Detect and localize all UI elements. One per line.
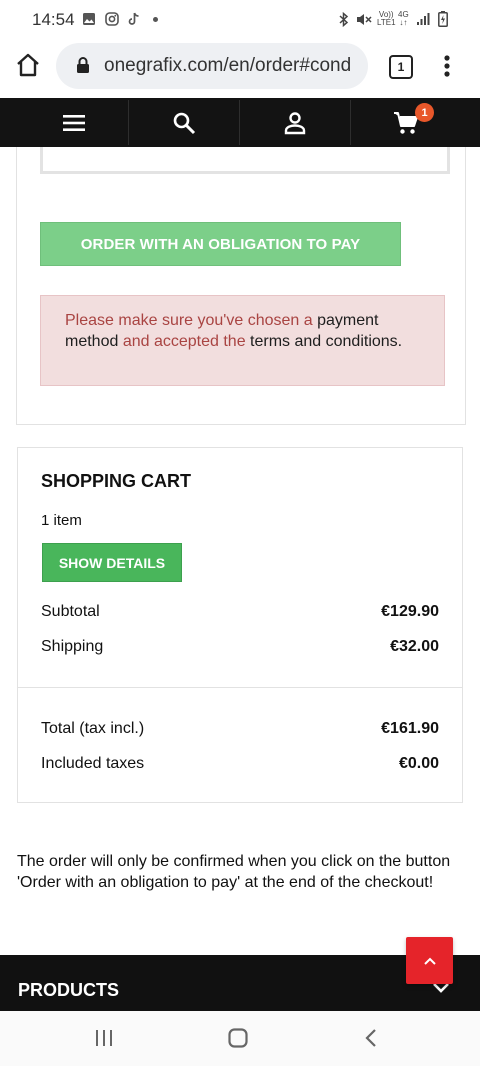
cart-title: SHOPPING CART [41,471,192,491]
status-time: 14:54 [32,10,75,29]
mute-icon [356,12,372,26]
cart-items-count: 1 item [41,512,82,529]
menu-button[interactable] [18,98,129,147]
alert-terms: terms and conditions [250,333,398,350]
volte-icon: Vo)) LTE1 [377,11,396,27]
tiktok-icon [127,12,141,26]
4g-icon: 4G ↓↑ [398,11,409,27]
alert-text: Please make sure you've chosen a [65,312,318,329]
home-nav-button[interactable] [228,1028,248,1053]
back-icon [365,1029,376,1047]
search-icon [173,112,195,134]
alert-text: . [397,333,403,350]
url-text[interactable]: onegrafix.com/en/order#cond [104,55,360,77]
tab-switcher-button[interactable]: 1 [389,55,413,79]
dot-icon [153,17,158,22]
account-button[interactable] [239,98,350,147]
instagram-icon [105,12,119,26]
subtotal-value: €129.90 [381,603,439,620]
chevron-up-icon [423,957,436,965]
tab-count: 1 [397,60,405,74]
data-arrows: ↓↑ [399,18,408,27]
bluetooth-icon [338,12,350,27]
battery-icon [438,11,448,27]
account-icon [284,111,305,134]
show-details-button[interactable]: SHOW DETAILS [42,543,182,582]
shipping-value: €32.00 [390,638,439,655]
order-with-obligation-button[interactable]: ORDER WITH AN OBLIGATION TO PAY [40,222,401,266]
order-confirmation-notice: The order will only be confirmed when yo… [17,853,451,891]
recents-icon [96,1030,112,1046]
home-circle-icon [228,1028,248,1048]
back-nav-button[interactable] [364,1028,378,1053]
shopping-cart-panel [17,447,463,803]
conditions-box [40,147,450,174]
payment-alert: Please make sure you've chosen a payment… [40,295,445,386]
shipping-label: Shipping [41,638,104,655]
taxes-value: €0.00 [398,755,439,772]
total-label: Total (tax incl.) [41,720,145,737]
back-to-top-button[interactable] [406,937,453,984]
more-options-icon[interactable] [440,54,454,83]
subtotal-label: Subtotal [41,603,100,620]
gallery-icon [82,12,96,26]
search-button[interactable] [128,98,239,147]
home-icon[interactable] [15,52,41,83]
taxes-label: Included taxes [41,755,145,772]
cart-count-badge: 1 [415,103,434,122]
alert-text: and accepted the [118,333,251,350]
signal-icon [416,12,430,26]
lte-label: LTE1 [377,18,396,27]
cart-button[interactable] [350,98,461,147]
cart-divider [18,687,462,688]
total-value: €161.90 [381,720,439,737]
menu-icon [62,114,85,131]
products-title[interactable]: PRODUCTS [18,980,119,1001]
lock-icon[interactable] [76,56,90,79]
recent-apps-button[interactable] [94,1029,114,1052]
